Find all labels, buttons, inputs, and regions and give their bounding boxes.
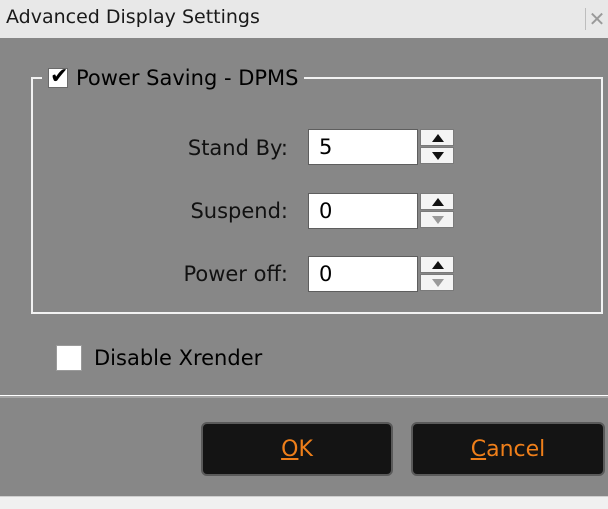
dpms-toggle[interactable]: ✔ Power Saving - DPMS [42,62,305,94]
arrow-down-icon [432,216,444,224]
ok-label-rest: K [298,436,313,462]
cancel-button[interactable]: Cancel [411,422,605,476]
xrender-checkbox[interactable] [56,345,82,371]
standby-label: Stand By: [187,136,288,160]
xrender-label: Disable Xrender [94,346,263,370]
standby-stepper [420,129,456,165]
close-icon[interactable]: ✕ [585,8,608,30]
xrender-toggle[interactable]: Disable Xrender [56,345,262,371]
standby-decrement-button[interactable] [420,147,454,164]
suspend-spinbox: 0 [308,193,456,229]
poweroff-increment-button[interactable] [420,256,454,273]
poweroff-spinbox: 0 [308,256,456,292]
poweroff-input[interactable]: 0 [308,256,418,292]
title-bar: Advanced Display Settings ✕ [0,0,608,39]
poweroff-stepper [420,256,456,292]
window-bottom-strip [0,496,608,509]
suspend-input[interactable]: 0 [308,193,418,229]
checkmark-icon: ✔ [50,64,69,89]
arrow-up-icon [432,134,444,142]
arrow-up-icon [432,261,444,269]
suspend-decrement-button[interactable] [420,211,454,228]
standby-increment-button[interactable] [420,129,454,146]
cancel-mnemonic: C [470,436,487,462]
standby-input[interactable]: 5 [308,129,418,165]
window-title: Advanced Display Settings [6,6,260,28]
arrow-up-icon [432,198,444,206]
dpms-label: Power Saving - DPMS [76,66,299,90]
ok-mnemonic: O [281,436,299,462]
ok-button[interactable]: OK [201,422,393,476]
arrow-down-icon [432,152,444,160]
standby-spinbox: 5 [308,129,456,165]
suspend-label: Suspend: [190,199,288,223]
suspend-increment-button[interactable] [420,193,454,210]
cancel-label-rest: ancel [486,436,546,462]
dpms-checkbox[interactable]: ✔ [48,64,68,89]
arrow-down-icon [432,279,444,287]
poweroff-label: Power off: [183,262,288,286]
suspend-stepper [420,193,456,229]
poweroff-decrement-button[interactable] [420,274,454,291]
